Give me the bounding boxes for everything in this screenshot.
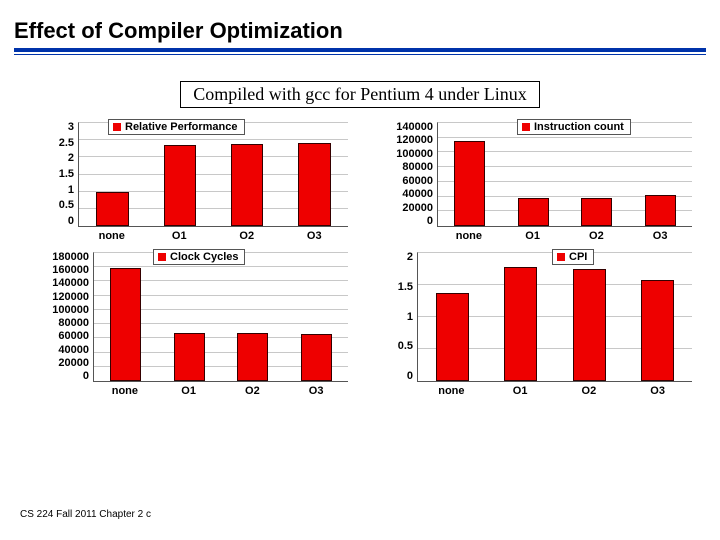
y-tick-label: 0	[407, 371, 413, 382]
legend-label: Instruction count	[534, 121, 624, 133]
bar	[164, 145, 197, 226]
y-tick-label: 120000	[396, 135, 433, 146]
x-tick-label: O3	[288, 385, 344, 397]
caption-box: Compiled with gcc for Pentium 4 under Li…	[180, 81, 539, 108]
y-tick-label: 3	[68, 122, 74, 133]
x-tick-label: none	[97, 385, 153, 397]
x-tick-label: O3	[285, 230, 344, 242]
y-tick-label: 0.5	[398, 341, 413, 352]
y-tick-label: 20000	[402, 203, 433, 214]
legend-swatch	[557, 253, 565, 261]
y-axis: 3 2.5 2 1.5 1 0.5 0	[28, 122, 78, 227]
y-tick-label: 2	[407, 252, 413, 263]
bar	[298, 143, 331, 226]
legend-swatch	[158, 253, 166, 261]
x-tick-label: O1	[161, 385, 217, 397]
x-axis: none O1 O2 O3	[78, 230, 348, 242]
y-tick-label: 140000	[52, 278, 89, 289]
y-axis: 180000 160000 140000 120000 100000 80000 60000…	[28, 252, 93, 382]
y-tick-label: 1	[407, 312, 413, 323]
y-tick-label: 60000	[58, 331, 89, 342]
bar	[96, 192, 129, 226]
x-tick-label: O1	[150, 230, 209, 242]
x-tick-label: none	[421, 385, 482, 397]
y-tick-label: 180000	[52, 252, 89, 263]
y-tick-label: 80000	[402, 162, 433, 173]
x-tick-label: O3	[627, 385, 688, 397]
y-tick-label: 0.5	[59, 200, 74, 211]
bar	[454, 141, 485, 226]
y-tick-label: 20000	[58, 358, 89, 369]
y-tick-label: 0	[427, 216, 433, 227]
y-tick-label: 40000	[402, 189, 433, 200]
bar	[504, 267, 537, 381]
x-tick-label: none	[441, 230, 497, 242]
legend-label: Clock Cycles	[170, 251, 238, 263]
y-tick-label: 100000	[396, 149, 433, 160]
page-title: Effect of Compiler Optimization	[14, 18, 706, 48]
y-axis: 140000 120000 100000 80000 60000 40000 20000 0	[372, 122, 437, 227]
bar	[301, 334, 332, 381]
y-tick-label: 2	[68, 153, 74, 164]
x-tick-label: none	[82, 230, 141, 242]
y-tick-label: 1	[68, 185, 74, 196]
title-rule-thin	[14, 54, 706, 55]
y-tick-label: 1.5	[59, 169, 74, 180]
x-tick-label: O2	[224, 385, 280, 397]
chart: 2 1.5 1 0.5 0 CPI none O1 O2 O3	[372, 252, 692, 397]
plot-area	[417, 252, 692, 382]
y-tick-label: 1.5	[398, 282, 413, 293]
y-tick-label: 120000	[52, 292, 89, 303]
legend: Instruction count	[517, 119, 631, 135]
plot-area	[78, 122, 348, 227]
y-tick-label: 140000	[396, 122, 433, 133]
y-tick-label: 100000	[52, 305, 89, 316]
bar	[110, 268, 141, 381]
legend-label: CPI	[569, 251, 587, 263]
footer-text: CS 224 Fall 2011 Chapter 2 c	[20, 509, 151, 520]
legend-swatch	[522, 123, 530, 131]
legend: CPI	[552, 249, 594, 265]
chart: 140000 120000 100000 80000 60000 40000 20000 0 I…	[372, 122, 692, 242]
x-axis: none O1 O2 O3	[437, 230, 692, 242]
x-axis: none O1 O2 O3	[93, 385, 348, 397]
title-rule-thick	[14, 48, 706, 52]
x-axis: none O1 O2 O3	[417, 385, 692, 397]
bar	[641, 280, 674, 381]
plot-area	[437, 122, 692, 227]
legend-swatch	[113, 123, 121, 131]
bar	[645, 195, 676, 226]
y-tick-label: 60000	[402, 176, 433, 187]
x-tick-label: O3	[632, 230, 688, 242]
y-tick-label: 2.5	[59, 138, 74, 149]
bar	[436, 293, 469, 381]
bar	[518, 198, 549, 226]
y-tick-label: 160000	[52, 265, 89, 276]
plot-area	[93, 252, 348, 382]
bar	[231, 144, 264, 226]
charts-grid: 3 2.5 2 1.5 1 0.5 0 Relative Performance none O1 O…	[0, 108, 720, 397]
legend-label: Relative Performance	[125, 121, 238, 133]
legend: Clock Cycles	[153, 249, 245, 265]
y-tick-label: 0	[83, 371, 89, 382]
bar	[237, 333, 268, 381]
y-tick-label: 80000	[58, 318, 89, 329]
bar	[573, 269, 606, 381]
y-tick-label: 40000	[58, 345, 89, 356]
x-tick-label: O2	[217, 230, 276, 242]
x-tick-label: O2	[568, 230, 624, 242]
bar	[581, 198, 612, 226]
x-tick-label: O1	[505, 230, 561, 242]
x-tick-label: O2	[559, 385, 620, 397]
chart: 180000 160000 140000 120000 100000 80000 60000…	[28, 252, 348, 397]
x-tick-label: O1	[490, 385, 551, 397]
bar	[174, 333, 205, 381]
chart: 3 2.5 2 1.5 1 0.5 0 Relative Performance none O1 O…	[28, 122, 348, 242]
y-tick-label: 0	[68, 216, 74, 227]
legend: Relative Performance	[108, 119, 245, 135]
y-axis: 2 1.5 1 0.5 0	[372, 252, 417, 382]
